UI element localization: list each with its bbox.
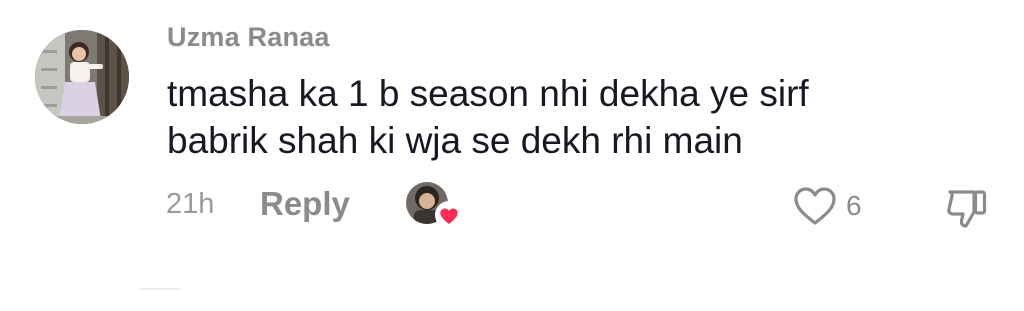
commenter-avatar[interactable]: [35, 30, 129, 124]
comment-author[interactable]: Uzma Ranaa: [167, 22, 330, 53]
avatar-photo: [35, 30, 129, 124]
comment-text: tmasha ka 1 b season nhi dekha ye sirf b…: [167, 70, 907, 164]
like-count: 6: [846, 190, 862, 221]
comment-text-line: tmasha ka 1 b season nhi dekha ye sirf: [167, 73, 809, 114]
thumbs-down-icon[interactable]: [944, 184, 990, 230]
comment-item: Uzma Ranaa tmasha ka 1 b season nhi dekh…: [0, 0, 1024, 311]
divider: [140, 288, 180, 290]
heart-filled-icon: [435, 201, 463, 229]
liked-by-creator-badge: [406, 182, 463, 229]
comment-text-line: babrik shah ki wja se dekh rhi main: [167, 120, 743, 161]
comment-timestamp: 21h: [166, 188, 215, 220]
reply-button[interactable]: Reply: [260, 184, 350, 224]
heart-outline-icon[interactable]: [792, 184, 838, 228]
